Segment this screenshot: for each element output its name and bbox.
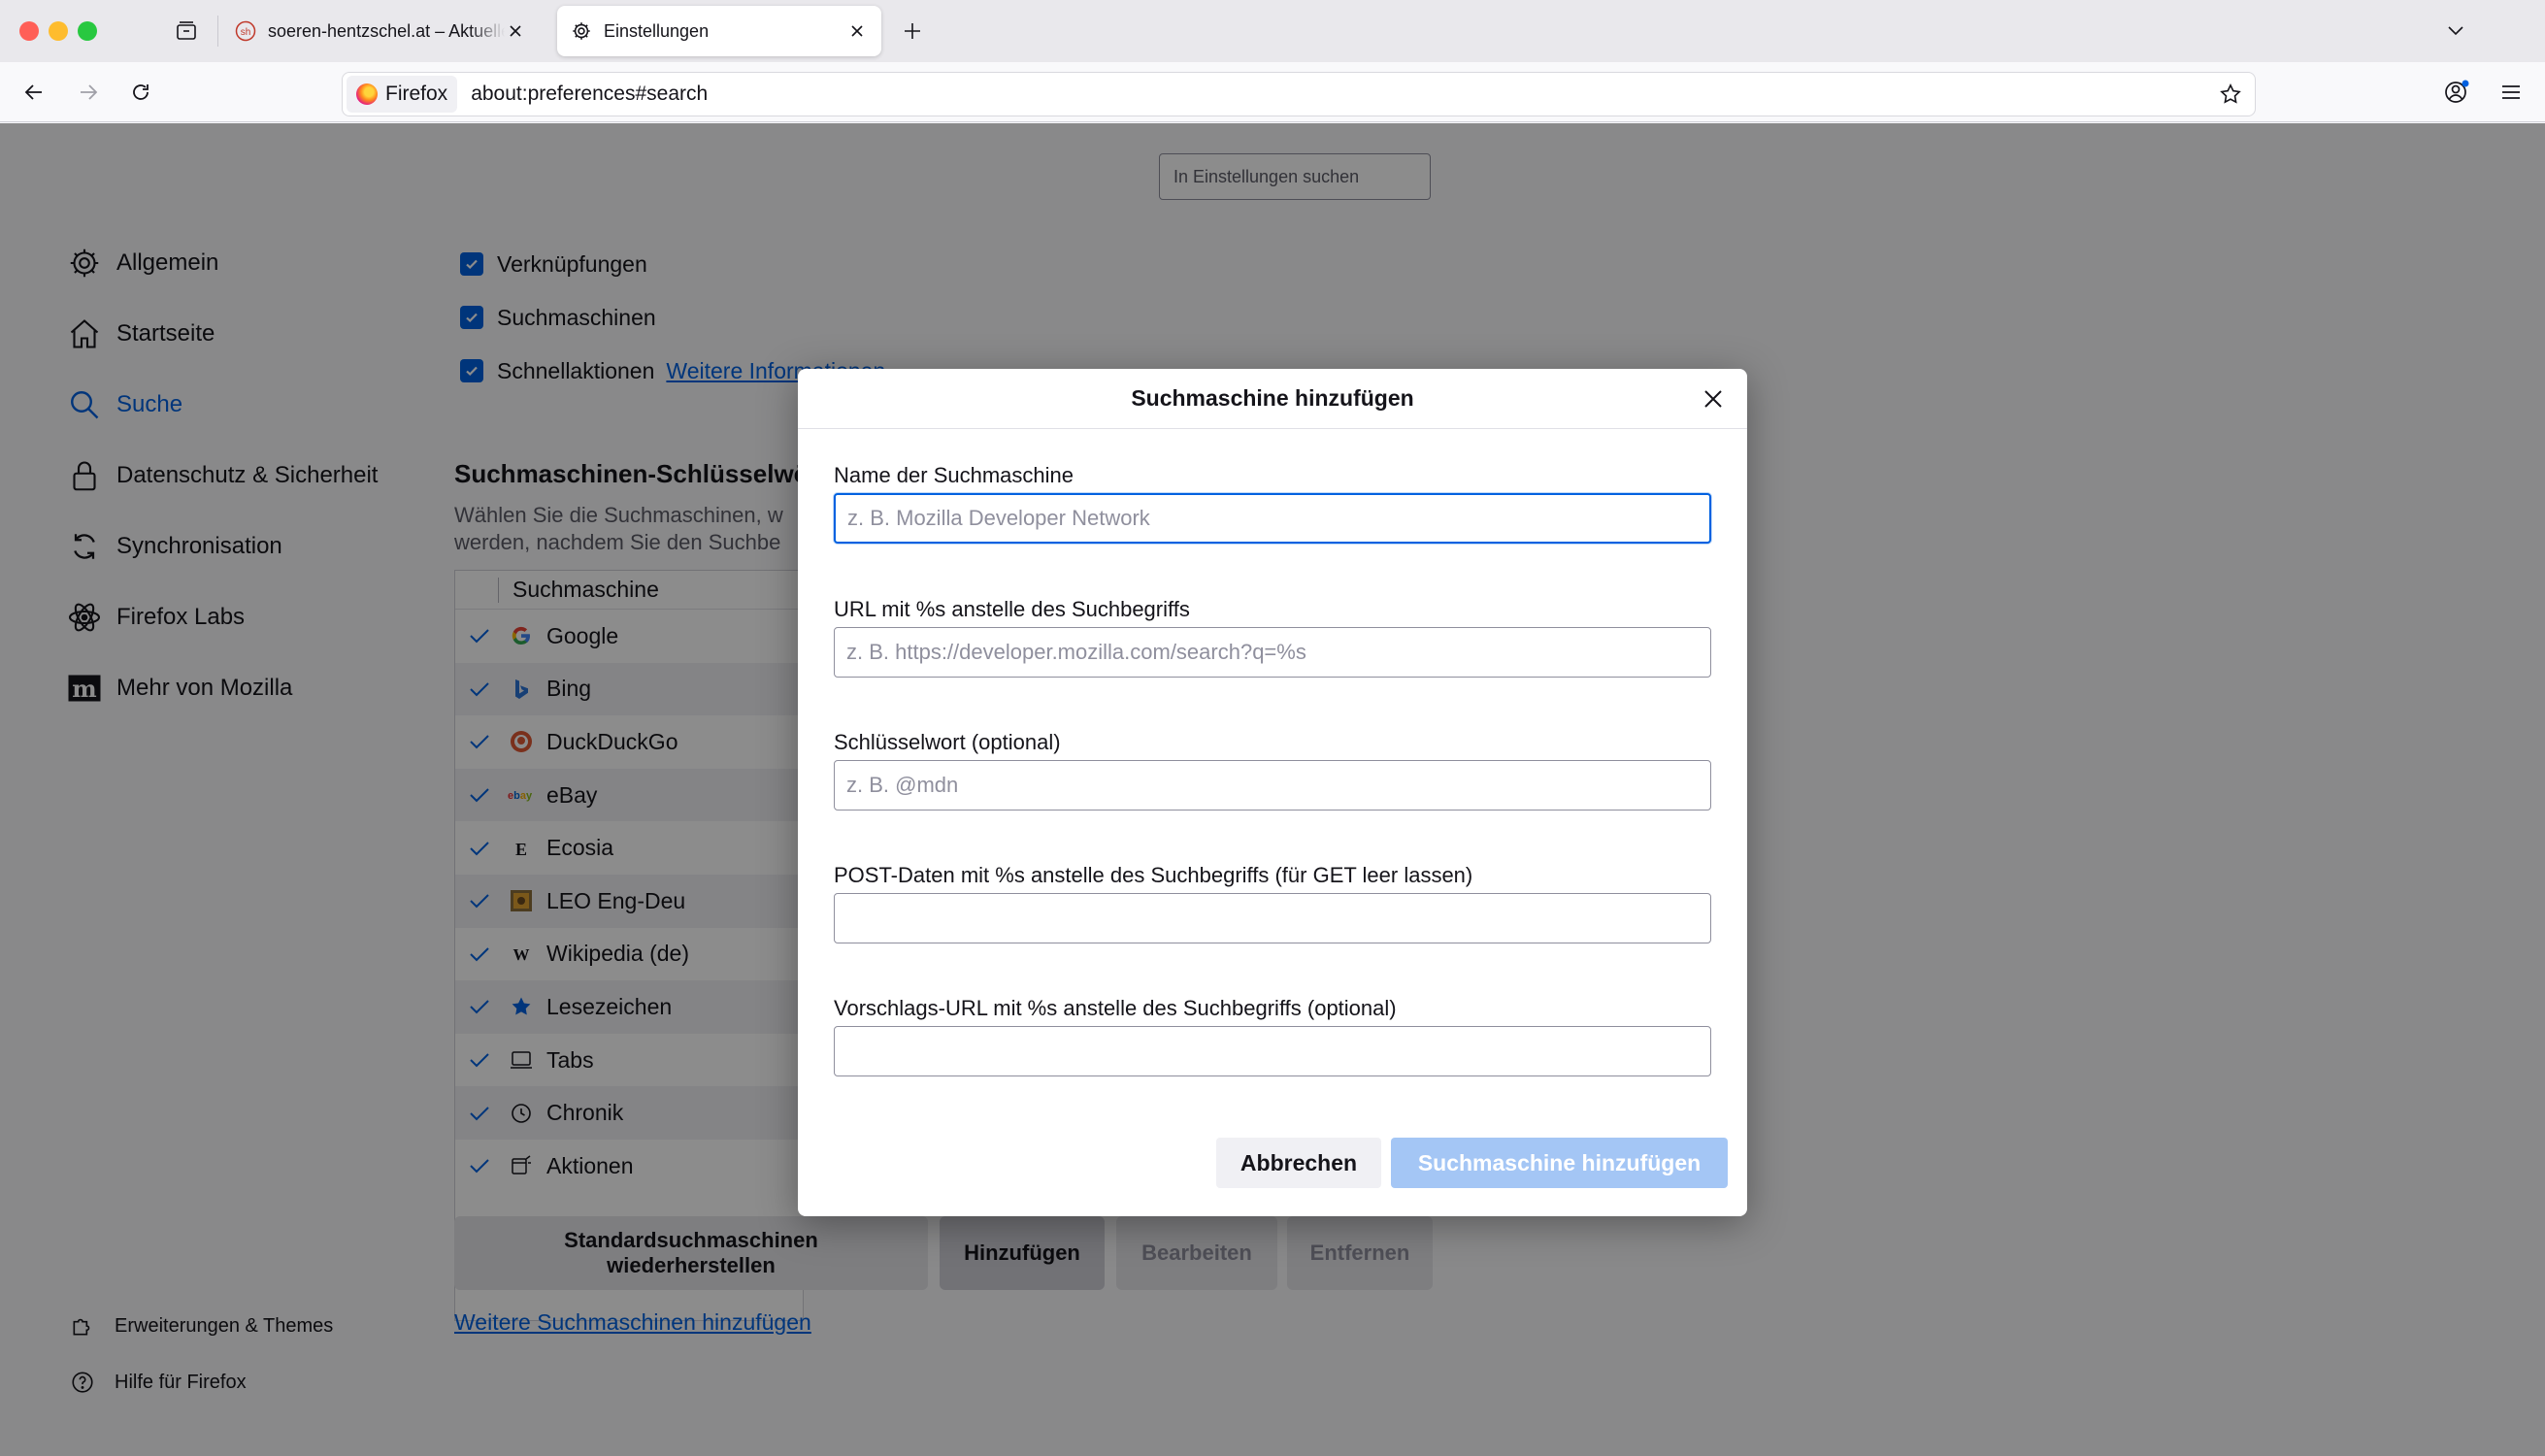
engine-url-label: URL mit %s anstelle des Suchbegriffs (834, 597, 1190, 621)
tab-close-button[interactable] (846, 20, 868, 42)
tab-einstellungen[interactable]: Einstellungen (557, 6, 881, 56)
engine-suggest-url-label: Vorschlags-URL mit %s anstelle des Suchb… (834, 996, 1397, 1020)
app-menu-button[interactable] (2495, 76, 2528, 109)
engine-keyword-input[interactable] (834, 760, 1711, 811)
tab-title: soeren-hentzschel.at – Aktuelle (268, 20, 505, 41)
tab-separator (217, 16, 218, 47)
chevron-down-icon (2448, 26, 2463, 36)
url-text[interactable]: about:preferences#search (471, 83, 2214, 106)
firefox-view-button[interactable] (171, 16, 202, 47)
close-icon (510, 25, 521, 37)
tab-title: Einstellungen (604, 20, 710, 41)
engine-name-label: Name der Suchmaschine (834, 463, 1074, 487)
arrow-right-icon (81, 84, 98, 100)
reload-button[interactable] (124, 76, 157, 109)
list-all-tabs-button[interactable] (2440, 16, 2471, 47)
firefox-logo-icon (356, 83, 378, 105)
engine-suggest-url-input[interactable] (834, 1026, 1711, 1076)
forward-button[interactable] (72, 76, 105, 109)
tab-close-button[interactable] (505, 20, 526, 42)
hamburger-menu-icon (2502, 85, 2520, 99)
window-zoom-button[interactable] (78, 21, 97, 41)
add-search-engine-button[interactable]: Suchmaschine hinzufügen (1391, 1138, 1728, 1188)
engine-post-data-input[interactable] (834, 893, 1711, 943)
site-favicon-icon: sh (235, 20, 256, 42)
tab-list-icon (177, 21, 196, 40)
reload-icon (133, 84, 149, 100)
engine-post-data-label: POST-Daten mit %s anstelle des Suchbegri… (834, 863, 1473, 887)
engine-keyword-label: Schlüsselwort (optional) (834, 730, 1061, 754)
identity-label: Firefox (385, 83, 448, 105)
plus-icon (905, 23, 920, 39)
close-icon (851, 25, 863, 37)
svg-text:sh: sh (241, 27, 251, 38)
back-button[interactable] (17, 76, 50, 109)
window-minimize-button[interactable] (49, 21, 68, 41)
engine-name-input[interactable] (834, 493, 1711, 544)
arrow-left-icon (24, 84, 42, 100)
cancel-button[interactable]: Abbrechen (1216, 1138, 1381, 1188)
engine-url-input[interactable] (834, 627, 1711, 678)
dialog-title: Suchmaschine hinzufügen (1131, 385, 1414, 411)
account-icon (2445, 80, 2469, 103)
dialog-close-button[interactable] (1699, 384, 1728, 414)
identity-box[interactable]: Firefox (347, 76, 458, 113)
dialog-header: Suchmaschine hinzufügen (798, 369, 1747, 429)
star-icon (2220, 83, 2241, 104)
tab-bar: sh soeren-hentzschel.at – Aktuelle Einst… (0, 0, 2545, 62)
add-search-engine-dialog: Suchmaschine hinzufügen Name der Suchmas… (798, 369, 1747, 1216)
gear-icon (573, 22, 590, 40)
account-button[interactable] (2440, 76, 2473, 109)
new-tab-button[interactable] (897, 16, 928, 47)
window-close-button[interactable] (19, 21, 39, 41)
bookmark-star-button[interactable] (2214, 78, 2247, 111)
url-bar[interactable]: Firefox about:preferences#search (342, 72, 2256, 116)
close-icon (1704, 390, 1722, 408)
tab-soeren-hentzschel[interactable]: sh soeren-hentzschel.at – Aktuelle (221, 6, 540, 56)
